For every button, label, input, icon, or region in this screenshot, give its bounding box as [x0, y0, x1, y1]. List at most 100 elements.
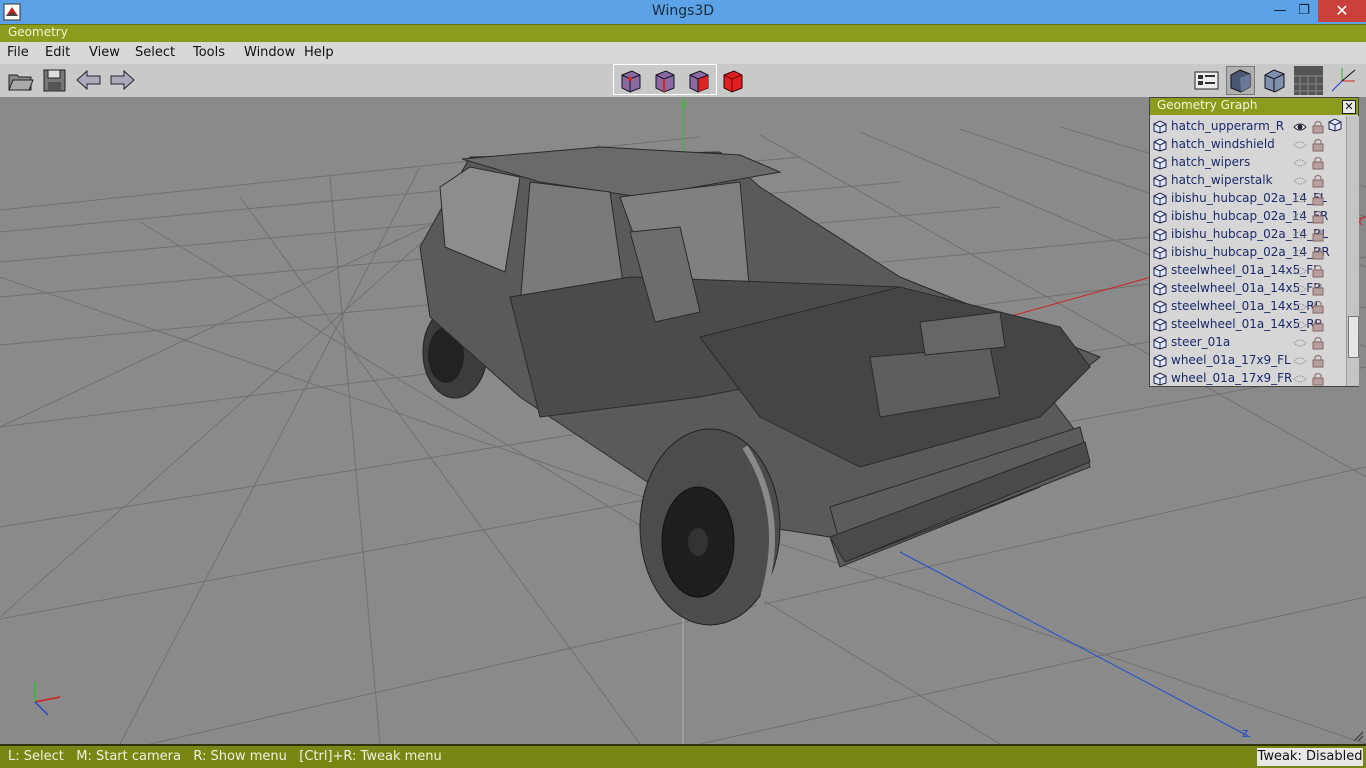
window-title: Wings3D: [651, 3, 715, 19]
lock-icon[interactable]: [1312, 246, 1324, 260]
edge-select-icon[interactable]: [650, 66, 679, 95]
undo-arrow-icon[interactable]: [74, 66, 103, 95]
smooth-shading-icon[interactable]: [1225, 65, 1256, 96]
new-object-cube-icon[interactable]: [1328, 118, 1342, 132]
eye-hidden-icon[interactable]: [1293, 355, 1307, 367]
status-hint-text: L: Select M: Start camera R: Show menu […: [8, 749, 442, 764]
list-item[interactable]: ibishu_hubcap_02a_14_RL: [1150, 226, 1346, 244]
eye-hidden-icon[interactable]: [1293, 139, 1307, 151]
save-icon[interactable]: [40, 66, 69, 95]
list-item[interactable]: wheel_01a_17x9_FR: [1150, 370, 1346, 388]
list-item[interactable]: steelwheel_01a_14x5_RR: [1150, 316, 1346, 334]
lock-icon[interactable]: [1312, 192, 1324, 206]
object-cube-icon: [1153, 228, 1167, 242]
eye-visible-icon[interactable]: [1293, 121, 1307, 133]
menu-bar: File Edit View Select Tools Window Help: [0, 42, 1366, 64]
geometry-graph-close-button[interactable]: ✕: [1342, 100, 1356, 114]
lock-icon[interactable]: [1312, 336, 1324, 350]
list-item[interactable]: hatch_wipers: [1150, 154, 1346, 172]
eye-hidden-icon[interactable]: [1293, 175, 1307, 187]
object-cube-icon: [1153, 120, 1167, 134]
lock-icon[interactable]: [1312, 156, 1324, 170]
resize-grip-icon[interactable]: [1352, 730, 1364, 742]
geometry-window-header: Geometry: [0, 24, 1366, 43]
geometry-graph-title: Geometry Graph: [1157, 98, 1258, 112]
axis-gizmo: [34, 682, 61, 716]
lock-icon[interactable]: [1312, 264, 1324, 278]
open-folder-icon[interactable]: [6, 66, 35, 95]
z-axis-label: z: [1242, 726, 1248, 740]
object-cube-icon: [1153, 138, 1167, 152]
menu-edit[interactable]: Edit: [45, 45, 70, 60]
menu-tools[interactable]: Tools: [193, 45, 225, 60]
menu-window[interactable]: Window: [244, 45, 295, 60]
list-item[interactable]: ibishu_hubcap_02a_14_FL: [1150, 190, 1346, 208]
lock-icon[interactable]: [1312, 174, 1324, 188]
lock-icon[interactable]: [1312, 228, 1324, 242]
lock-icon[interactable]: [1312, 300, 1324, 314]
geometry-graph-list: hatch_upperarm_R hatch_windshield hatch_…: [1150, 116, 1346, 386]
body-select-icon[interactable]: [718, 66, 747, 95]
ground-grid-icon[interactable]: [1294, 66, 1323, 95]
car-body-model[interactable]: [419, 146, 1101, 626]
vertex-select-icon[interactable]: [616, 66, 645, 95]
menu-help[interactable]: Help: [304, 45, 334, 60]
object-name: hatch_windshield: [1171, 137, 1275, 151]
close-button[interactable]: ✕: [1318, 0, 1366, 22]
eye-hidden-icon[interactable]: [1293, 229, 1307, 241]
object-cube-icon: [1153, 282, 1167, 296]
lock-icon[interactable]: [1312, 282, 1324, 296]
list-item[interactable]: wheel_01a_17x9_FL: [1150, 352, 1346, 370]
object-cube-icon: [1153, 192, 1167, 206]
list-item[interactable]: hatch_wiperstalk: [1150, 172, 1346, 190]
eye-hidden-icon[interactable]: [1293, 247, 1307, 259]
maximize-button[interactable]: ❐: [1290, 0, 1318, 22]
object-cube-icon: [1153, 264, 1167, 278]
eye-hidden-icon[interactable]: [1293, 265, 1307, 277]
eye-hidden-icon[interactable]: [1293, 301, 1307, 313]
eye-hidden-icon[interactable]: [1293, 319, 1307, 331]
list-item[interactable]: steer_01a: [1150, 334, 1346, 352]
lock-icon[interactable]: [1312, 138, 1324, 152]
lock-icon[interactable]: [1312, 318, 1324, 332]
menu-file[interactable]: File: [7, 45, 29, 60]
eye-hidden-icon[interactable]: [1293, 157, 1307, 169]
axes-icon[interactable]: [1328, 66, 1357, 95]
object-name: hatch_upperarm_R: [1171, 119, 1285, 133]
list-item[interactable]: ibishu_hubcap_02a_14_RR: [1150, 244, 1346, 262]
object-cube-icon: [1153, 354, 1167, 368]
tweak-status-badge[interactable]: Tweak: Disabled: [1257, 748, 1363, 766]
eye-hidden-icon[interactable]: [1293, 337, 1307, 349]
redo-arrow-icon[interactable]: [108, 66, 137, 95]
geometry-window-title: Geometry: [8, 25, 68, 39]
lock-icon[interactable]: [1312, 210, 1324, 224]
eye-hidden-icon[interactable]: [1293, 193, 1307, 205]
geometry-graph-panel: Geometry Graph ✕ hatch_upperarm_R hatch_…: [1149, 97, 1359, 387]
eye-hidden-icon[interactable]: [1293, 283, 1307, 295]
list-item[interactable]: steelwheel_01a_14x5_FL: [1150, 262, 1346, 280]
object-cube-icon: [1153, 318, 1167, 332]
scrollbar-thumb[interactable]: [1348, 316, 1359, 358]
lock-icon[interactable]: [1312, 120, 1324, 134]
object-cube-icon: [1153, 336, 1167, 350]
lock-icon[interactable]: [1312, 354, 1324, 368]
object-name: hatch_wipers: [1171, 155, 1251, 169]
workmode-icon[interactable]: [1192, 66, 1221, 95]
list-item[interactable]: steelwheel_01a_14x5_FR: [1150, 280, 1346, 298]
list-item[interactable]: hatch_upperarm_R: [1150, 118, 1346, 136]
face-select-icon[interactable]: [684, 66, 713, 95]
list-item[interactable]: ibishu_hubcap_02a_14_FR: [1150, 208, 1346, 226]
list-item[interactable]: steelwheel_01a_14x5_RL: [1150, 298, 1346, 316]
flat-shading-icon[interactable]: [1260, 66, 1289, 95]
menu-view[interactable]: View: [89, 45, 120, 60]
geometry-graph-scrollbar[interactable]: [1346, 116, 1359, 386]
list-item[interactable]: hatch_windshield: [1150, 136, 1346, 154]
object-cube-icon: [1153, 210, 1167, 224]
lock-icon[interactable]: [1312, 372, 1324, 386]
menu-select[interactable]: Select: [135, 45, 175, 60]
toolbar: [0, 64, 1366, 99]
z-axis-line: [899, 551, 1251, 738]
object-cube-icon: [1153, 246, 1167, 260]
eye-hidden-icon[interactable]: [1293, 373, 1307, 385]
eye-hidden-icon[interactable]: [1293, 211, 1307, 223]
